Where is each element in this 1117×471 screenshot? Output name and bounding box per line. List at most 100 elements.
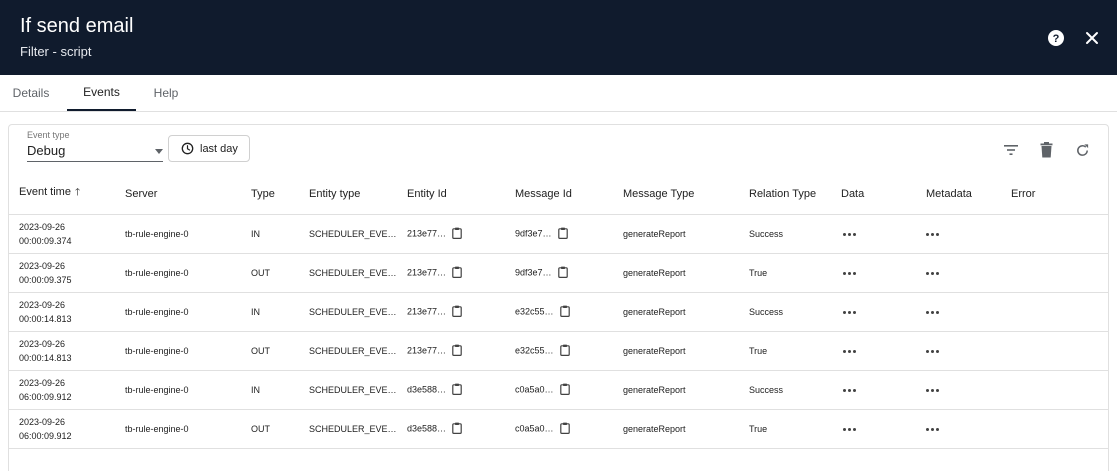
col-event-time[interactable]: Event time 🡑 (9, 174, 115, 215)
view-data-button[interactable] (841, 346, 858, 356)
cell-relation-type: True (739, 409, 831, 449)
cell-entity-type: SCHEDULER_EVE… (299, 370, 397, 410)
view-metadata-button[interactable] (926, 385, 941, 395)
col-entity-id[interactable]: Entity Id (397, 174, 505, 215)
delete-button[interactable] (1035, 139, 1057, 161)
copy-message-id-button[interactable] (559, 344, 570, 358)
cell-server: tb-rule-engine-0 (115, 292, 241, 332)
message-id-text: e32c55… (515, 344, 554, 355)
col-message-id[interactable]: Message Id (505, 174, 613, 215)
cell-error (1001, 292, 1108, 332)
entity-id-text: 213e77… (407, 344, 447, 355)
tab-events[interactable]: Events (67, 75, 136, 111)
cell-entity-id: 213e77… (397, 292, 505, 332)
cell-server: tb-rule-engine-0 (115, 253, 241, 293)
clipboard-icon (452, 383, 462, 395)
refresh-button[interactable] (1071, 139, 1093, 161)
cell-entity-id: 213e77… (397, 214, 505, 254)
col-metadata: Metadata (916, 174, 1001, 215)
cell-data (831, 253, 916, 293)
tab-help[interactable]: Help (141, 75, 191, 111)
cell-data (831, 214, 916, 254)
cell-event-time: 2023-09-26 00:00:09.375 (9, 253, 115, 293)
cell-metadata (916, 370, 1001, 410)
view-data-button[interactable] (841, 268, 858, 278)
clipboard-icon (557, 227, 568, 239)
copy-entity-id-button[interactable] (452, 383, 462, 397)
event-time: 00:00:09.375 (19, 274, 72, 285)
message-id-text: e32c55… (515, 305, 554, 316)
copy-message-id-button[interactable] (557, 227, 568, 241)
col-type[interactable]: Type (241, 174, 299, 215)
cell-type: OUT (241, 331, 299, 371)
close-button[interactable] (1080, 26, 1104, 50)
table-body: 2023-09-26 00:00:09.374 tb-rule-engine-0 IN… (9, 214, 1108, 449)
copy-entity-id-button[interactable] (452, 227, 462, 241)
event-date: 2023-09-26 (19, 377, 66, 388)
time-range-button[interactable]: last day (168, 135, 250, 162)
cell-message-id: c0a5a0… (505, 370, 613, 410)
cell-data (831, 292, 916, 332)
cell-type: IN (241, 370, 299, 410)
more-horiz-icon (926, 307, 941, 317)
entity-id-text: 213e77… (407, 227, 447, 238)
help-button[interactable]: ? (1044, 26, 1068, 50)
event-type-select[interactable]: Debug (27, 141, 163, 162)
event-type-value: Debug (27, 143, 66, 158)
copy-message-id-button[interactable] (559, 422, 570, 436)
table-row[interactable]: 2023-09-26 06:00:09.912 tb-rule-engine-0 OU… (9, 409, 1108, 449)
view-metadata-button[interactable] (926, 268, 941, 278)
copy-entity-id-button[interactable] (452, 344, 462, 358)
view-metadata-button[interactable] (926, 307, 941, 317)
dialog-title: If send email (20, 15, 134, 37)
table-row[interactable]: 2023-09-26 00:00:14.813 tb-rule-engine-0 IN… (9, 292, 1108, 332)
copy-message-id-button[interactable] (559, 305, 570, 319)
cell-message-type: generateReport (613, 409, 739, 449)
clipboard-icon (559, 422, 570, 434)
message-id-text: 9df3e7… (515, 227, 552, 238)
col-message-type[interactable]: Message Type (613, 174, 739, 215)
copy-entity-id-button[interactable] (452, 422, 462, 436)
cell-data (831, 331, 916, 371)
refresh-icon (1076, 143, 1088, 156)
copy-message-id-button[interactable] (557, 266, 568, 280)
message-id-text: 9df3e7… (515, 266, 552, 277)
view-data-button[interactable] (841, 307, 858, 317)
more-horiz-icon (843, 424, 858, 434)
view-metadata-button[interactable] (926, 346, 941, 356)
more-horiz-icon (926, 229, 941, 239)
view-metadata-button[interactable] (926, 424, 941, 434)
table-row[interactable]: 2023-09-26 00:00:09.374 tb-rule-engine-0 IN… (9, 214, 1108, 254)
cell-error (1001, 253, 1108, 293)
table-row[interactable]: 2023-09-26 00:00:14.813 tb-rule-engine-0 OU… (9, 331, 1108, 371)
dialog-subtitle: Filter - script (20, 44, 92, 59)
filter-button[interactable] (1000, 139, 1022, 161)
cell-error (1001, 409, 1108, 449)
svg-text:?: ? (1053, 33, 1060, 45)
cell-message-id: c0a5a0… (505, 409, 613, 449)
copy-message-id-button[interactable] (559, 383, 570, 397)
dialog-header: If send email Filter - script ? (0, 0, 1117, 75)
cell-event-time: 2023-09-26 06:00:09.912 (9, 370, 115, 410)
events-panel: Event type Debug last day Event time 🡑 S… (8, 124, 1109, 471)
col-event-time-label: Event time (19, 186, 71, 199)
cell-relation-type: Success (739, 214, 831, 254)
filter-list-icon (1004, 145, 1018, 155)
cell-metadata (916, 292, 1001, 332)
copy-entity-id-button[interactable] (452, 305, 462, 319)
col-server[interactable]: Server (115, 174, 241, 215)
table-row[interactable]: 2023-09-26 06:00:09.912 tb-rule-engine-0 IN… (9, 370, 1108, 410)
view-data-button[interactable] (841, 229, 858, 239)
cell-type: IN (241, 214, 299, 254)
view-metadata-button[interactable] (926, 229, 941, 239)
table-row[interactable]: 2023-09-26 00:00:09.375 tb-rule-engine-0 OU… (9, 253, 1108, 293)
tab-details[interactable]: Details (0, 75, 62, 111)
view-data-button[interactable] (841, 385, 858, 395)
cell-entity-type: SCHEDULER_EVE… (299, 253, 397, 293)
view-data-button[interactable] (841, 424, 858, 434)
copy-entity-id-button[interactable] (452, 266, 462, 280)
more-horiz-icon (843, 307, 858, 317)
col-entity-type[interactable]: Entity type (299, 174, 397, 215)
col-relation-type[interactable]: Relation Type (739, 174, 831, 215)
clipboard-icon (557, 266, 568, 278)
